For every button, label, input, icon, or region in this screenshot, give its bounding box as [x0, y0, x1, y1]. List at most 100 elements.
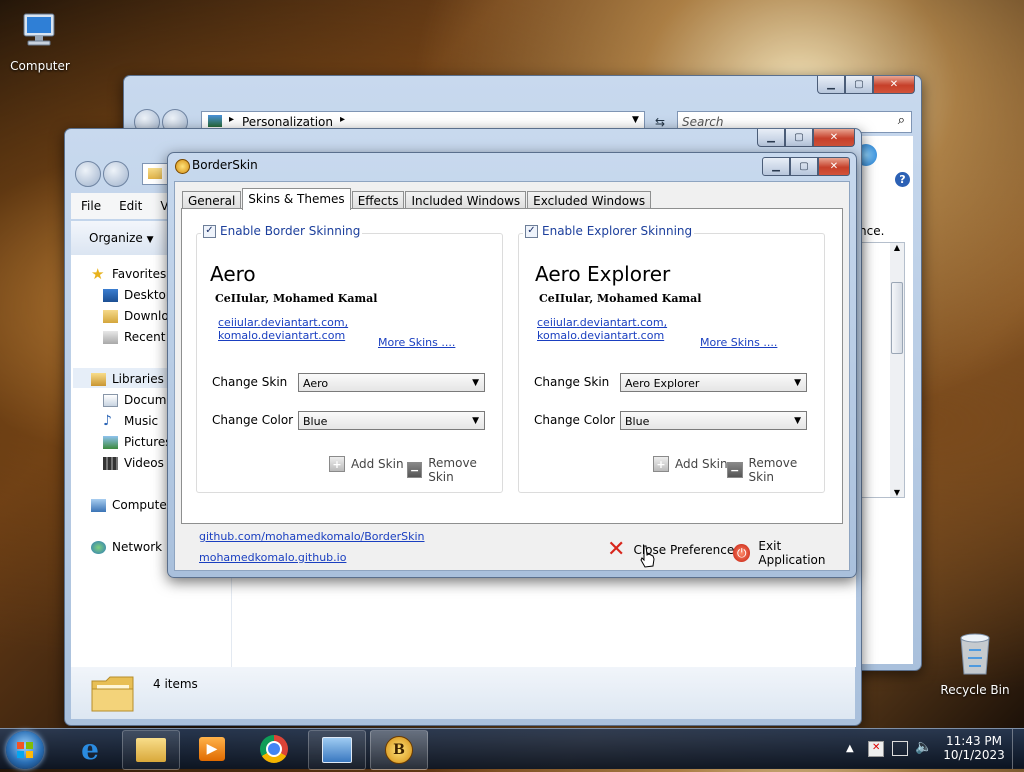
nav-pictures[interactable]: Pictures: [103, 435, 172, 449]
borderskin-logo-icon: B: [385, 736, 413, 764]
scrollbar[interactable]: ▲ ▼: [890, 243, 904, 497]
start-button[interactable]: [6, 731, 44, 769]
scroll-thumb[interactable]: [891, 282, 903, 354]
hand-cursor-icon: [640, 545, 655, 568]
change-skin-label: Change Skin: [534, 375, 610, 389]
skin-dropdown[interactable]: Aero ▼: [298, 373, 485, 392]
maximize-button[interactable]: ▢: [790, 157, 818, 176]
menu-file[interactable]: File: [71, 199, 109, 213]
skin-dropdown[interactable]: Aero Explorer ▼: [620, 373, 807, 392]
preferences-panel: General Skins & Themes Effects Included …: [174, 181, 850, 571]
action-center-icon[interactable]: ✕: [868, 741, 884, 757]
website-link[interactable]: mohamedkomalo.github.io: [199, 551, 346, 564]
author-link-1[interactable]: ceiiular.deviantart.com,: [537, 316, 667, 329]
show-desktop-button[interactable]: [1012, 729, 1024, 769]
color-dropdown[interactable]: Blue ▼: [298, 411, 485, 430]
nav-libraries[interactable]: Libraries: [91, 372, 164, 386]
maximize-button[interactable]: ▢: [785, 129, 813, 147]
add-skin-button[interactable]: + Add Skin: [329, 456, 404, 472]
tab-skins-themes[interactable]: Skins & Themes: [242, 188, 351, 210]
minimize-button[interactable]: ▁: [762, 157, 790, 176]
nav-label: Music: [124, 414, 159, 428]
exit-application-label: Exit Application: [758, 539, 826, 567]
windows-logo-icon: [17, 742, 33, 758]
remove-skin-button[interactable]: − Remove Skin: [407, 456, 502, 484]
taskbar-explorer[interactable]: [122, 730, 180, 770]
nav-downloads[interactable]: Downloa: [103, 309, 176, 323]
maximize-button[interactable]: ▢: [845, 76, 873, 94]
chevron-down-icon: ▼: [794, 378, 801, 388]
author-link-2[interactable]: komalo.deviantart.com: [218, 329, 345, 342]
back-button[interactable]: [75, 161, 101, 187]
power-icon: ⏻: [733, 544, 751, 562]
breadcrumb-personalization[interactable]: Personalization: [242, 115, 333, 129]
remove-skin-button[interactable]: − Remove Skin: [727, 456, 824, 484]
exit-application-button[interactable]: ⏻ Exit Application: [733, 539, 849, 567]
nav-documents[interactable]: Docume: [103, 393, 174, 407]
nav-music[interactable]: ♪ Music: [103, 412, 159, 429]
scroll-up-icon[interactable]: ▲: [890, 243, 904, 252]
borderskin-window: BorderSkin ▁ ▢ ✕ General Skins & Themes …: [167, 152, 857, 578]
change-color-label: Change Color: [534, 413, 616, 427]
taskbar-media-player[interactable]: ▶: [184, 730, 240, 768]
nav-desktop[interactable]: Desktop: [103, 288, 174, 302]
forward-button[interactable]: [103, 161, 129, 187]
nav-videos[interactable]: Videos: [103, 456, 164, 470]
breadcrumb-arrow-icon: ▸: [340, 114, 346, 125]
show-hidden-icons-icon[interactable]: ▲: [846, 743, 854, 754]
nav-network[interactable]: Network: [91, 540, 162, 554]
partial-description: nce.: [859, 224, 885, 238]
desktop-icon-recycle-bin[interactable]: Recycle Bin: [935, 630, 1015, 697]
close-preference-button[interactable]: ✕ Close Preference: [607, 539, 734, 561]
clock-date: 10/1/2023: [943, 748, 1005, 762]
close-button[interactable]: ✕: [813, 129, 855, 147]
music-icon: ♪: [103, 412, 112, 429]
minimize-button[interactable]: ▁: [817, 76, 845, 94]
checkbox-checked-icon[interactable]: ✓: [203, 224, 216, 238]
menu-bar: File Edit Vie: [71, 193, 179, 219]
skin-author: CeIIular, Mohamed Kamal: [215, 292, 378, 305]
minimize-button[interactable]: ▁: [757, 129, 785, 147]
organize-label: Organize: [89, 231, 143, 245]
network-tray-icon[interactable]: [892, 741, 908, 756]
more-skins-link[interactable]: More Skins ....: [700, 336, 777, 349]
control-panel-icon: [322, 737, 352, 763]
downloads-icon: [103, 309, 118, 323]
nav-computer[interactable]: Computer: [91, 498, 172, 512]
scroll-down-icon[interactable]: ▼: [890, 488, 904, 497]
volume-muted-icon[interactable]: 🔈: [915, 739, 932, 755]
change-color-label: Change Color: [212, 413, 294, 427]
border-skinning-toggle[interactable]: ✓ Enable Border Skinning: [201, 224, 363, 238]
nav-favorites[interactable]: ★ Favorites: [91, 266, 166, 281]
taskbar-internet-explorer[interactable]: e: [62, 730, 118, 768]
clock[interactable]: 11:43 PM 10/1/2023: [940, 734, 1008, 762]
search-icon: ⌕: [897, 113, 905, 128]
taskbar-borderskin[interactable]: B: [370, 730, 428, 770]
taskbar-chrome[interactable]: [246, 730, 302, 768]
taskbar-control-panel[interactable]: [308, 730, 366, 770]
more-skins-link[interactable]: More Skins ....: [378, 336, 455, 349]
search-placeholder: Search: [682, 115, 724, 129]
author-link-1[interactable]: ceiiular.deviantart.com,: [218, 316, 348, 329]
explorer-skinning-toggle[interactable]: ✓ Enable Explorer Skinning: [523, 224, 695, 238]
skin-dropdown-value: Aero: [303, 377, 329, 390]
github-link[interactable]: github.com/mohamedkomalo/BorderSkin: [199, 530, 425, 543]
nav-recent[interactable]: Recent P: [103, 330, 177, 344]
borderskin-logo-icon: [175, 159, 190, 174]
color-dropdown[interactable]: Blue ▼: [620, 411, 807, 430]
help-icon[interactable]: ?: [895, 172, 910, 187]
desktop-icon-label: Recycle Bin: [940, 683, 1010, 697]
nav-buttons: [75, 161, 129, 187]
close-button[interactable]: ✕: [873, 76, 915, 94]
organize-button[interactable]: Organize ▼: [89, 231, 154, 245]
desktop-icon-computer[interactable]: Computer: [0, 8, 80, 73]
file-list-area[interactable]: [231, 567, 856, 667]
add-skin-button[interactable]: + Add Skin: [653, 456, 728, 472]
menu-edit[interactable]: Edit: [109, 199, 150, 213]
border-skinning-group: ✓ Enable Border Skinning Aero CeIIular, …: [196, 224, 503, 493]
checkbox-checked-icon[interactable]: ✓: [525, 224, 538, 238]
author-link-2[interactable]: komalo.deviantart.com: [537, 329, 664, 342]
close-button[interactable]: ✕: [818, 157, 850, 176]
explorer-skinning-group: ✓ Enable Explorer Skinning Aero Explorer…: [518, 224, 825, 493]
dropdown-arrow-icon[interactable]: ▼: [632, 115, 639, 125]
